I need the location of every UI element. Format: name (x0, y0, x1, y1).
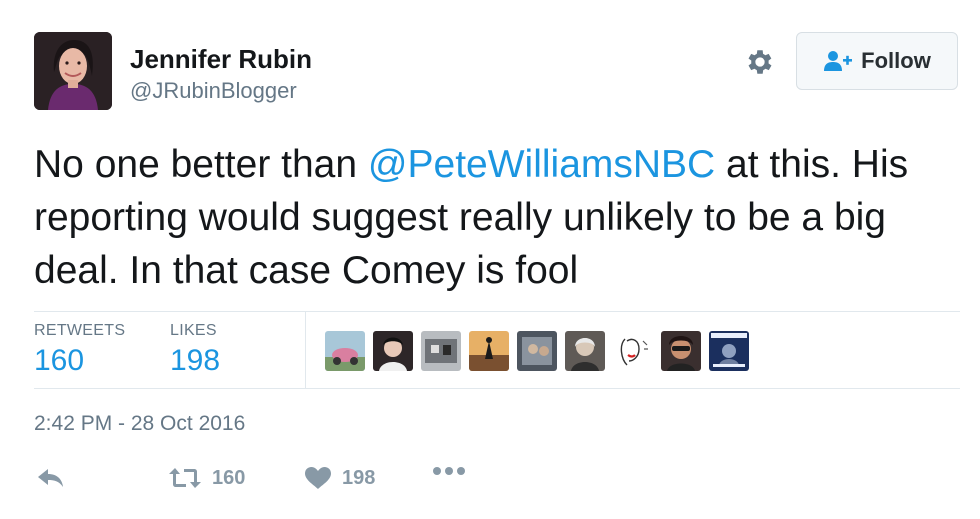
liker-avatar-4[interactable] (469, 331, 509, 371)
retweets-label: RETWEETS (34, 322, 126, 339)
retweet-icon (169, 468, 201, 488)
liker-avatar-3[interactable] (421, 331, 461, 371)
heart-icon (305, 467, 331, 489)
like-button[interactable]: 198 (304, 466, 375, 490)
likes-value: 198 (170, 344, 221, 377)
more-icon (433, 467, 465, 475)
liker-avatar-9[interactable] (709, 331, 749, 371)
gear-icon[interactable] (744, 46, 776, 78)
tweet-timestamp[interactable]: 2:42 PM - 28 Oct 2016 (34, 412, 245, 436)
stats-top-divider (34, 311, 960, 312)
likes-label: LIKES (170, 322, 217, 339)
tweet-text-before: No one better than (34, 143, 368, 186)
stats-separator (305, 312, 306, 388)
follow-button[interactable]: Follow (796, 32, 958, 90)
liker-avatar-2[interactable] (373, 331, 413, 371)
liker-avatar-5[interactable] (517, 331, 557, 371)
more-button[interactable] (432, 466, 466, 476)
liker-avatar-1[interactable] (325, 331, 365, 371)
add-user-icon (824, 51, 853, 71)
like-count: 198 (342, 466, 376, 489)
liker-avatar-8[interactable] (661, 331, 701, 371)
retweet-button[interactable]: 160 (168, 466, 245, 490)
liker-avatars (325, 331, 749, 371)
retweets-value: 160 (34, 344, 85, 377)
follow-label: Follow (861, 48, 931, 73)
stats-bottom-divider (34, 388, 960, 389)
retweets-stat[interactable]: RETWEETS 160 (34, 322, 125, 378)
likes-stat[interactable]: LIKES 198 (170, 322, 220, 378)
author-avatar[interactable] (34, 32, 112, 110)
liker-avatar-6[interactable] (565, 331, 605, 371)
author-name[interactable]: Jennifer Rubin (130, 44, 312, 75)
retweet-count: 160 (212, 466, 246, 489)
profile-photo (34, 32, 112, 110)
liker-avatar-7[interactable] (613, 331, 653, 371)
reply-icon (38, 469, 63, 487)
tweet-text: No one better than @PeteWilliamsNBC at t… (34, 138, 964, 297)
mention-link[interactable]: @PeteWilliamsNBC (368, 143, 715, 186)
author-handle[interactable]: @JRubinBlogger (130, 78, 297, 104)
reply-button[interactable] (36, 466, 66, 490)
